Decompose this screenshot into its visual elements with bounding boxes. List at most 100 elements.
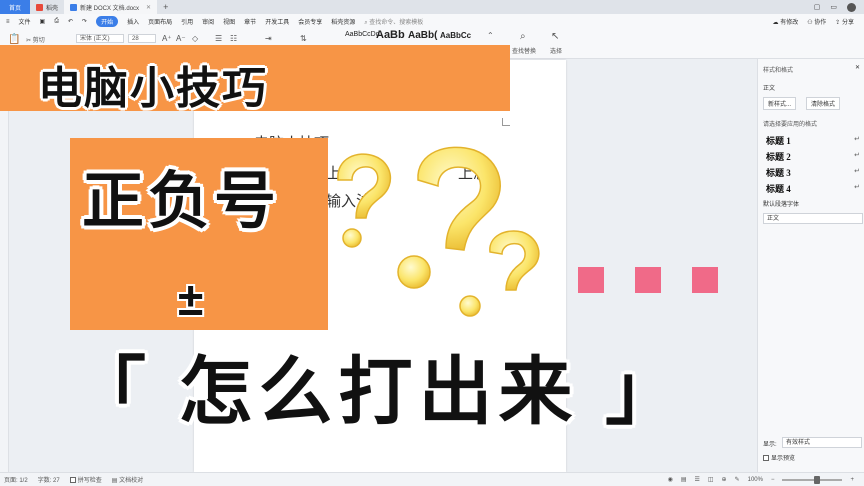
preview-toggle[interactable]: 显示预览 <box>763 453 795 462</box>
grow-font-icon[interactable]: A⁺ <box>162 34 172 43</box>
pink-square-2 <box>635 267 661 293</box>
cloud-icon: ☁ <box>772 20 779 26</box>
style-preset-heading2[interactable]: AaBb( <box>408 30 437 41</box>
current-style: 正文 <box>763 86 776 92</box>
shrink-font-icon[interactable]: A⁻ <box>176 34 186 43</box>
style-heading-4[interactable]: 标题 4 <box>766 182 791 195</box>
web-view-icon[interactable]: ◫ <box>708 476 714 483</box>
proofread-icon: ▤ <box>111 478 118 484</box>
main-title: 正负号 <box>82 167 281 236</box>
tab-view[interactable]: 视图 <box>223 17 235 26</box>
style-preset-heading1[interactable]: AaBb <box>376 29 405 41</box>
howto-caption: 「 怎么打出来 」 <box>72 350 686 433</box>
tab-resources[interactable]: 稻壳资源 <box>331 17 355 26</box>
list-icon[interactable]: ☰ <box>215 34 222 43</box>
status-bar: 页面: 1/2 字数: 27 拼写检查 ▤ 文档校对 ◉ ▤ ☰ ◫ ⊕ ✎ 1… <box>0 472 864 486</box>
redo-icon[interactable]: ↷ <box>82 18 87 25</box>
eye-icon[interactable]: ◉ <box>668 476 673 483</box>
spell-check-checkbox <box>69 477 76 484</box>
status-right: ◉ ▤ ☰ ◫ ⊕ ✎ 100% − + <box>668 475 864 484</box>
style-heading-1[interactable]: 标题 1 <box>766 134 791 147</box>
select-button[interactable]: 选择 <box>550 46 562 55</box>
outline-view-icon[interactable]: ☰ <box>694 476 699 483</box>
menu-file[interactable]: 文件 <box>19 17 31 26</box>
zoom-in-icon[interactable]: + <box>850 477 854 483</box>
tab-home-label: 首页 <box>8 5 21 12</box>
preview-checkbox[interactable] <box>763 455 769 462</box>
cut-button[interactable]: ✂ 剪切 <box>26 35 45 44</box>
find-replace-button[interactable]: 查找替换 <box>512 46 536 55</box>
search-icon: ⌕ <box>364 19 368 26</box>
proofread-button[interactable]: ▤ 文档校对 <box>112 475 143 484</box>
zoom-out-icon[interactable]: − <box>771 477 775 483</box>
select-cursor-icon: ↖ <box>551 31 560 42</box>
question-dot-small-left <box>342 228 362 248</box>
style-preset-heading3[interactable]: AaBbCc <box>440 31 471 40</box>
zoom-level[interactable]: 100% <box>748 477 763 483</box>
changes-button[interactable]: ☁ 有修改 <box>773 17 799 26</box>
tab-document[interactable]: 新建 DOCX 文档.docx ✕ <box>64 0 158 14</box>
tab-references[interactable]: 引用 <box>181 17 193 26</box>
select-style-label: 请选择要应用的格式 <box>763 122 818 128</box>
close-tab-icon[interactable]: ✕ <box>146 4 151 11</box>
numbered-list-icon[interactable]: ☷ <box>230 34 237 43</box>
layout-icon[interactable]: ▢ <box>814 3 821 11</box>
share-label: 分享 <box>841 20 854 26</box>
pen-icon[interactable]: ✎ <box>735 476 740 483</box>
sort-icon[interactable]: ⇅ <box>300 34 307 43</box>
tab-developer[interactable]: 开发工具 <box>265 17 289 26</box>
panel-title: 样式和格式 <box>763 68 794 74</box>
enter-icon: ↵ <box>854 152 860 159</box>
style-preset-normal[interactable]: AaBbCcDd <box>345 31 380 38</box>
save-icon[interactable]: ▣ <box>40 18 46 25</box>
question-mark-right <box>489 230 540 291</box>
show-filter-select[interactable]: 有效样式 <box>782 437 862 448</box>
collab-label: 协作 <box>814 20 827 26</box>
styles-panel: 样式和格式 ✕ 正文 新样式... 清除格式 请选择要应用的格式 标题 1 ↵ … <box>757 59 864 472</box>
tab-straight[interactable]: 稻壳 <box>30 0 64 14</box>
globe-icon[interactable]: ⊕ <box>722 476 727 483</box>
style-default-font[interactable]: 默认段落字体 <box>763 199 799 208</box>
spell-check-button[interactable]: 拼写检查 <box>69 475 102 484</box>
tab-document-label: 新建 DOCX 文档.docx <box>80 5 140 12</box>
style-heading-3[interactable]: 标题 3 <box>766 166 791 179</box>
tab-member[interactable]: 会员专享 <box>298 17 322 26</box>
new-tab-button[interactable]: + <box>157 2 174 12</box>
pink-square-1 <box>578 267 604 293</box>
tab-home[interactable]: 首页 <box>0 0 30 14</box>
enter-icon: ↵ <box>854 136 860 143</box>
command-search[interactable]: ⌕ 查找命令、搜索模板 <box>364 17 423 27</box>
style-body[interactable]: 正文 <box>763 213 863 224</box>
paste-icon[interactable]: 📋 <box>8 34 20 45</box>
banner-title: 电脑小技巧 <box>38 64 268 113</box>
clear-format-icon[interactable]: ◇ <box>192 34 198 43</box>
word-count[interactable]: 字数: 27 <box>38 475 60 484</box>
font-size-select[interactable]: 28 <box>128 34 156 43</box>
tab-layout[interactable]: 页面布局 <box>148 17 172 26</box>
font-name-select[interactable]: 宋体 (正文) <box>76 34 124 43</box>
page-view-icon[interactable]: ▤ <box>681 476 687 483</box>
word-doc-icon <box>70 3 78 11</box>
print-icon[interactable]: ⎙ <box>54 18 59 25</box>
question-dot-large <box>397 255 431 289</box>
style-heading-2[interactable]: 标题 2 <box>766 150 791 163</box>
collab-button[interactable]: ⚇ 协作 <box>807 17 826 26</box>
changes-label: 有修改 <box>780 20 799 26</box>
tab-section[interactable]: 章节 <box>244 17 256 26</box>
panel-close-icon[interactable]: ✕ <box>855 64 860 71</box>
tab-insert[interactable]: 插入 <box>127 17 139 26</box>
hamburger-icon[interactable]: ≡ <box>6 19 10 25</box>
undo-icon[interactable]: ↶ <box>68 18 73 25</box>
page-count[interactable]: 页面: 1/2 <box>4 475 28 484</box>
style-gallery-expand-icon[interactable]: ⌃ <box>487 31 494 40</box>
zoom-slider[interactable] <box>782 475 843 484</box>
menu-icon[interactable]: ▭ <box>830 3 837 11</box>
tab-review[interactable]: 审阅 <box>202 17 214 26</box>
share-button[interactable]: ⇪ 分享 <box>835 17 854 26</box>
tab-start[interactable]: 开始 <box>96 16 119 27</box>
avatar[interactable] <box>847 2 856 12</box>
indent-icon[interactable]: ⇥ <box>265 34 272 43</box>
new-style-button[interactable]: 新样式... <box>763 97 797 110</box>
window-controls: ▢ ▭ <box>814 2 864 12</box>
clear-format-button[interactable]: 清除格式 <box>806 97 841 110</box>
